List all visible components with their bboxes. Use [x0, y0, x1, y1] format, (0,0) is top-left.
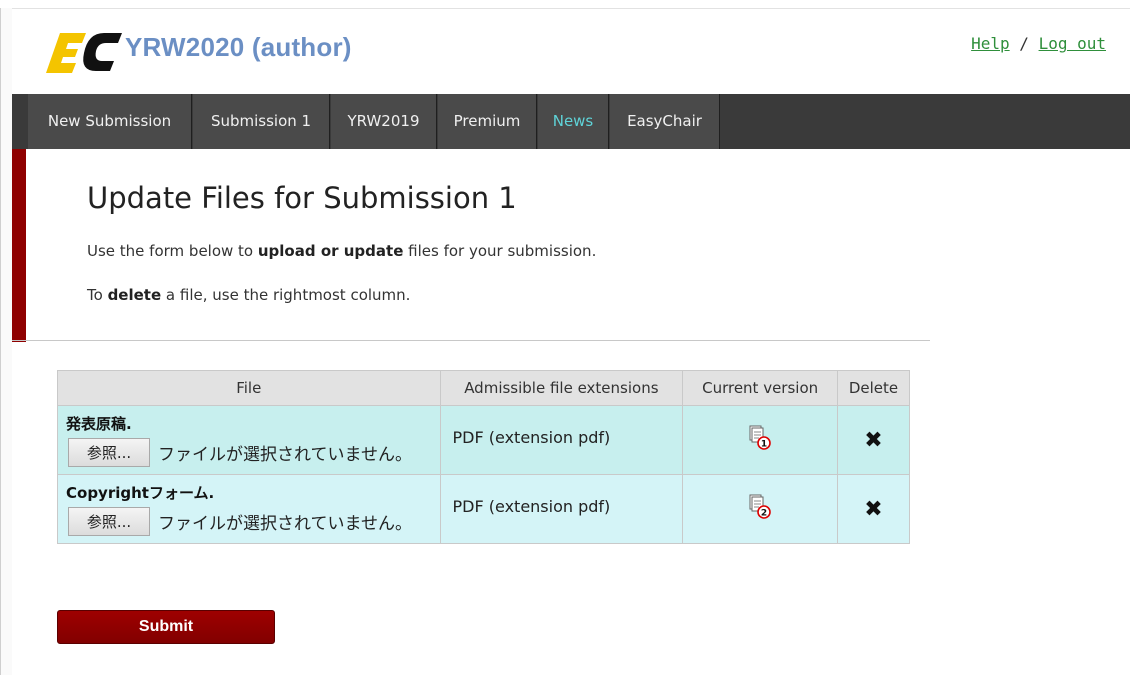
- delete-cell: ✖: [837, 405, 910, 475]
- accent-bar: [12, 149, 26, 342]
- document-version-icon[interactable]: 2: [748, 494, 772, 520]
- browse-button[interactable]: 参照...: [68, 507, 150, 536]
- no-file-text: ファイルが選択されていません。: [158, 445, 412, 465]
- page: YRW2020 (author) Help / Log out New Subm…: [0, 0, 1130, 675]
- col-header-delete: Delete: [837, 370, 910, 406]
- instruction-delete-post: a file, use the rightmost column.: [161, 286, 411, 304]
- instruction-delete-pre: To: [87, 286, 108, 304]
- top-links: Help / Log out: [971, 34, 1106, 53]
- version-number: 1: [761, 440, 767, 450]
- table-row: Copyrightフォーム. 参照... ファイルが選択されていません。 PDF…: [57, 474, 910, 544]
- nav-easychair[interactable]: EasyChair: [610, 94, 720, 149]
- instruction-upload: Use the form below to upload or update f…: [87, 242, 596, 260]
- col-header-extensions: Admissible file extensions: [439, 370, 684, 406]
- col-header-current-version: Current version: [682, 370, 839, 406]
- logout-link[interactable]: Log out: [1039, 34, 1106, 53]
- header: YRW2020 (author) Help / Log out: [12, 9, 1130, 94]
- current-version-cell: 1: [682, 405, 839, 475]
- submit-button[interactable]: Submit: [57, 610, 275, 644]
- file-input[interactable]: 参照... ファイルが選択されていません。: [68, 438, 440, 467]
- delete-x-icon[interactable]: ✖: [864, 428, 882, 453]
- section-divider: [12, 340, 930, 341]
- instruction-delete: To delete a file, use the rightmost colu…: [87, 286, 410, 304]
- extensions-cell: PDF (extension pdf): [439, 405, 684, 475]
- instruction-upload-post: files for your submission.: [403, 242, 597, 260]
- nav-submission-1[interactable]: Submission 1: [193, 94, 330, 149]
- help-link[interactable]: Help: [971, 34, 1010, 53]
- version-number: 2: [761, 509, 767, 519]
- instruction-delete-bold: delete: [107, 286, 162, 304]
- current-version-cell: 2: [682, 474, 839, 544]
- link-separator: /: [1019, 34, 1029, 53]
- delete-x-icon[interactable]: ✖: [864, 497, 882, 522]
- app-title: YRW2020 (author): [125, 32, 352, 62]
- no-file-text: ファイルが選択されていません。: [158, 514, 412, 534]
- navbar: New Submission Submission 1 YRW2019 Prem…: [12, 94, 1130, 149]
- table-header-row: File Admissible file extensions Current …: [57, 370, 910, 406]
- files-table: File Admissible file extensions Current …: [57, 370, 910, 544]
- extensions-cell: PDF (extension pdf): [439, 474, 684, 544]
- delete-cell: ✖: [837, 474, 910, 544]
- window-left-edge: [0, 8, 12, 675]
- file-input[interactable]: 参照... ファイルが選択されていません。: [68, 507, 440, 536]
- nav-premium[interactable]: Premium: [438, 94, 537, 149]
- easychair-logo-icon: [46, 33, 122, 73]
- col-header-file: File: [57, 370, 441, 406]
- file-cell: 発表原稿. 参照... ファイルが選択されていません。: [57, 405, 441, 475]
- table-row: 発表原稿. 参照... ファイルが選択されていません。 PDF (extensi…: [57, 405, 910, 475]
- nav-new-submission[interactable]: New Submission: [28, 94, 192, 149]
- file-label: Copyrightフォーム.: [66, 484, 215, 502]
- nav-news[interactable]: News: [538, 94, 609, 149]
- page-title: Update Files for Submission 1: [87, 181, 517, 215]
- document-version-icon[interactable]: 1: [748, 425, 772, 451]
- instruction-upload-bold: upload or update: [257, 242, 404, 260]
- browse-button[interactable]: 参照...: [68, 438, 150, 467]
- file-cell: Copyrightフォーム. 参照... ファイルが選択されていません。: [57, 474, 441, 544]
- instruction-upload-pre: Use the form below to: [87, 242, 258, 260]
- file-label: 発表原稿.: [66, 415, 132, 433]
- nav-yrw2019[interactable]: YRW2019: [331, 94, 437, 149]
